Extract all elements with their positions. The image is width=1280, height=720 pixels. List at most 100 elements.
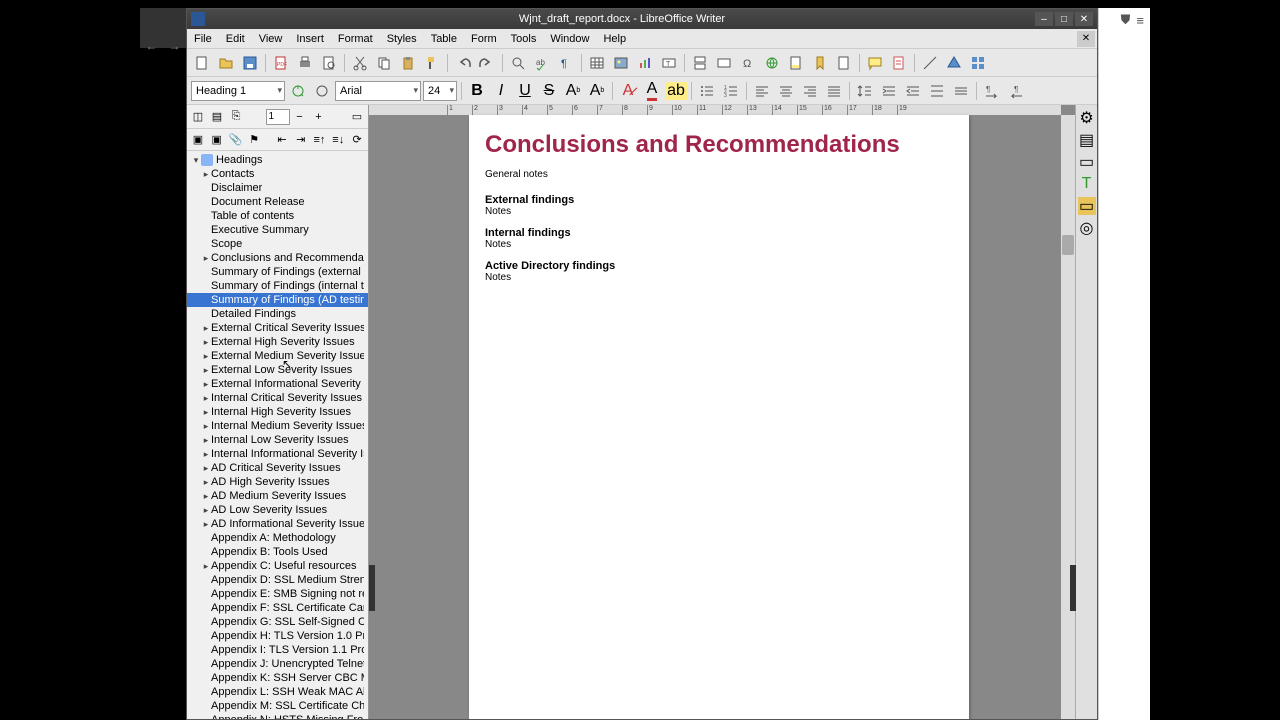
- number-list-icon[interactable]: 123: [720, 80, 742, 102]
- nav-heading-item[interactable]: Appendix A: Methodology: [187, 531, 368, 545]
- section-heading[interactable]: External findings: [485, 194, 953, 206]
- paste-icon[interactable]: [397, 52, 419, 74]
- document-close-button[interactable]: ✕: [1077, 31, 1095, 47]
- formatting-marks-icon[interactable]: ¶: [555, 52, 577, 74]
- nav-heading-item[interactable]: ▸External Critical Severity Issues: [187, 321, 368, 335]
- hyperlink-icon[interactable]: [761, 52, 783, 74]
- nav-heading-item[interactable]: Disclaimer: [187, 181, 368, 195]
- nav-heading-item[interactable]: Appendix J: Unencrypted Telnet Server: [187, 657, 368, 671]
- menu-help[interactable]: Help: [596, 31, 633, 47]
- copy-icon[interactable]: [373, 52, 395, 74]
- nav-promote-icon[interactable]: ⇤: [273, 131, 291, 149]
- sidebar-navigator-icon[interactable]: ◎: [1078, 219, 1096, 237]
- insert-chart-icon[interactable]: [634, 52, 656, 74]
- nav-heading-item[interactable]: Table of contents: [187, 209, 368, 223]
- redo-icon[interactable]: [476, 52, 498, 74]
- sidebar-settings-icon[interactable]: ⚙: [1078, 109, 1096, 127]
- print-icon[interactable]: [294, 52, 316, 74]
- clone-formatting-icon[interactable]: [421, 52, 443, 74]
- italic-icon[interactable]: I: [490, 80, 512, 102]
- decrease-para-spacing-icon[interactable]: [950, 80, 972, 102]
- nav-anchor2-icon[interactable]: 📎: [227, 131, 245, 149]
- expand-icon[interactable]: ▸: [201, 433, 211, 447]
- nav-heading-item[interactable]: ▸Internal High Severity Issues: [187, 405, 368, 419]
- expand-icon[interactable]: ▸: [201, 167, 211, 181]
- underline-icon[interactable]: U: [514, 80, 536, 102]
- menu-edit[interactable]: Edit: [219, 31, 252, 47]
- section-heading[interactable]: Internal findings: [485, 227, 953, 239]
- section-body[interactable]: Notes: [485, 206, 953, 217]
- sidebar-properties-icon[interactable]: ▤: [1078, 131, 1096, 149]
- special-char-icon[interactable]: Ω: [737, 52, 759, 74]
- expand-icon[interactable]: ▸: [201, 517, 211, 531]
- new-icon[interactable]: [191, 52, 213, 74]
- nav-move-up-icon[interactable]: ≡↑: [311, 131, 329, 149]
- menu-insert[interactable]: Insert: [289, 31, 331, 47]
- menu-window[interactable]: Window: [543, 31, 596, 47]
- page-heading[interactable]: Conclusions and Recommendations: [485, 131, 953, 159]
- expand-icon[interactable]: ▸: [201, 377, 211, 391]
- open-icon[interactable]: [215, 52, 237, 74]
- align-center-icon[interactable]: [775, 80, 797, 102]
- nav-heading-item[interactable]: ▸AD Informational Severity Issues: [187, 517, 368, 531]
- insert-field-icon[interactable]: [713, 52, 735, 74]
- expand-icon[interactable]: ▸: [201, 349, 211, 363]
- align-justify-icon[interactable]: [823, 80, 845, 102]
- superscript-icon[interactable]: Ab: [562, 80, 584, 102]
- rtl-icon[interactable]: ¶: [1005, 80, 1027, 102]
- section-body[interactable]: Notes: [485, 239, 953, 250]
- expand-icon[interactable]: ▸: [201, 251, 211, 265]
- save-icon[interactable]: [239, 52, 261, 74]
- document-viewport[interactable]: 12345678910111213141516171819 Conclusion…: [369, 105, 1075, 719]
- navigator-tree[interactable]: ▾ Headings ▸ContactsDisclaimerDocument R…: [187, 151, 368, 719]
- line-spacing-icon[interactable]: [854, 80, 876, 102]
- ltr-icon[interactable]: ¶: [981, 80, 1003, 102]
- nav-heading-item[interactable]: ▸AD Critical Severity Issues: [187, 461, 368, 475]
- nav-heading-item[interactable]: ▸Internal Informational Severity Issues: [187, 447, 368, 461]
- cross-reference-icon[interactable]: [833, 52, 855, 74]
- horizontal-ruler[interactable]: 12345678910111213141516171819: [369, 105, 1061, 115]
- nav-heading-item[interactable]: ▸AD High Severity Issues: [187, 475, 368, 489]
- font-size-combo[interactable]: 24: [423, 81, 457, 101]
- nav-heading-item[interactable]: Appendix M: SSL Certificate Chain: [187, 699, 368, 713]
- expand-icon[interactable]: ▸: [201, 461, 211, 475]
- expand-icon[interactable]: ▸: [201, 321, 211, 335]
- menu-styles[interactable]: Styles: [380, 31, 424, 47]
- nav-heading-item[interactable]: Appendix L: SSH Weak MAC Algorithms: [187, 685, 368, 699]
- decrease-indent-icon[interactable]: [902, 80, 924, 102]
- comment-icon[interactable]: [864, 52, 886, 74]
- nav-toggle-icon[interactable]: ◫: [189, 108, 207, 126]
- section-heading[interactable]: Active Directory findings: [485, 260, 953, 272]
- nav-heading-item[interactable]: ▸External Informational Severity Issues: [187, 377, 368, 391]
- close-button[interactable]: ✕: [1075, 12, 1093, 26]
- strikethrough-icon[interactable]: S: [538, 80, 560, 102]
- nav-heading-item[interactable]: ▸Contacts: [187, 167, 368, 181]
- nav-root-headings[interactable]: ▾ Headings: [187, 153, 368, 167]
- nav-heading-item[interactable]: Appendix I: TLS Version 1.1 Protocol: [187, 643, 368, 657]
- nav-heading-item[interactable]: Summary of Findings (external testing): [187, 265, 368, 279]
- scrollbar-thumb[interactable]: [1062, 235, 1074, 255]
- undo-icon[interactable]: [452, 52, 474, 74]
- paragraph-style-combo[interactable]: Heading 1: [191, 81, 285, 101]
- font-name-combo[interactable]: Arial: [335, 81, 421, 101]
- increase-indent-icon[interactable]: [878, 80, 900, 102]
- nav-heading-item[interactable]: Appendix N: HSTS Missing From: [187, 713, 368, 719]
- export-pdf-icon[interactable]: PDF: [270, 52, 292, 74]
- nav-heading-item[interactable]: ▸Conclusions and Recommendations: [187, 251, 368, 265]
- nav-content-view-icon[interactable]: ▤: [208, 108, 226, 126]
- general-notes-text[interactable]: General notes: [485, 169, 953, 180]
- bullet-list-icon[interactable]: [696, 80, 718, 102]
- menu-file[interactable]: File: [187, 31, 219, 47]
- nav-heading-item[interactable]: Executive Summary: [187, 223, 368, 237]
- section-body[interactable]: Notes: [485, 272, 953, 283]
- right-splitter[interactable]: [1070, 565, 1076, 611]
- sidebar-page-icon[interactable]: ▭: [1078, 153, 1096, 171]
- nav-heading-item[interactable]: Appendix E: SMB Signing not required: [187, 587, 368, 601]
- nav-heading-item[interactable]: Appendix G: SSL Self-Signed Certificate: [187, 615, 368, 629]
- insert-image-icon[interactable]: [610, 52, 632, 74]
- nav-listbox-icon[interactable]: ▭: [348, 108, 366, 126]
- highlight-icon[interactable]: ab: [665, 80, 687, 102]
- nav-zoom-out-icon[interactable]: −: [291, 108, 309, 126]
- menu-tools[interactable]: Tools: [504, 31, 544, 47]
- track-changes-icon[interactable]: [888, 52, 910, 74]
